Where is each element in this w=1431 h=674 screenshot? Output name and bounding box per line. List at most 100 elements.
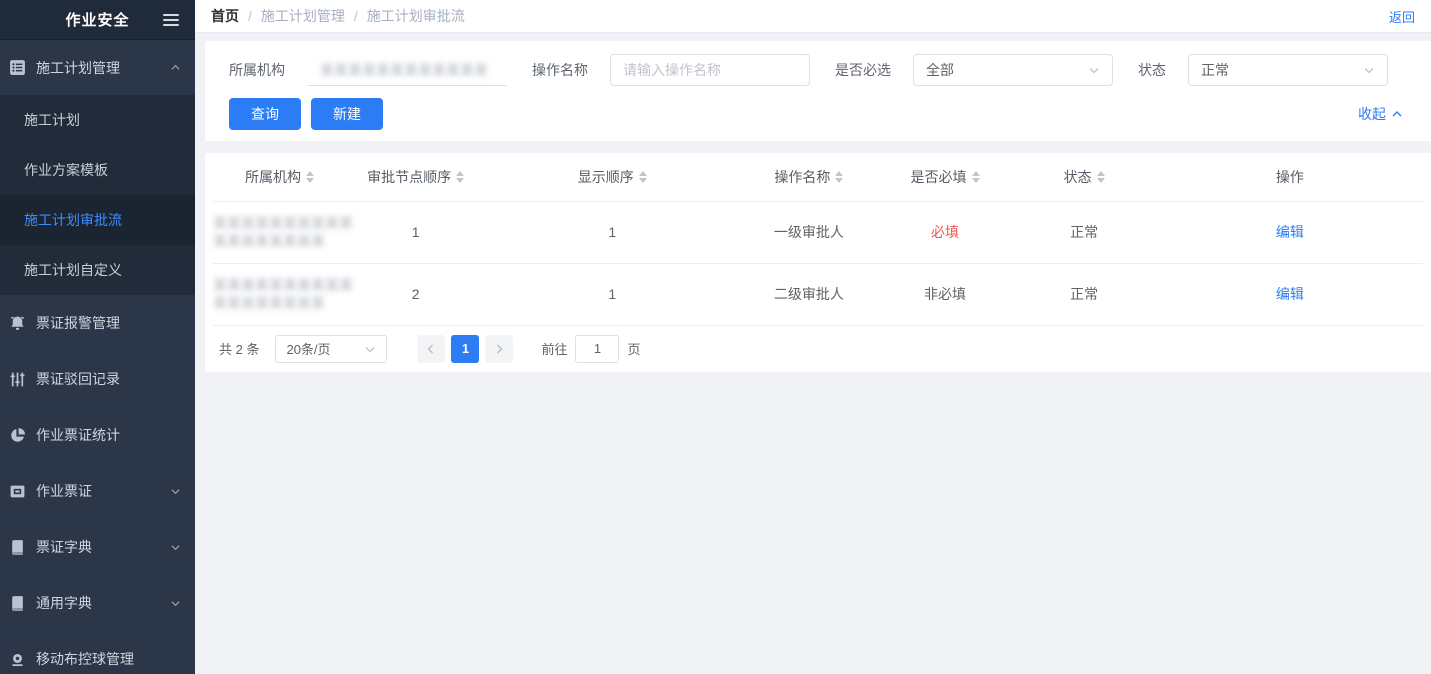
book-icon	[8, 538, 26, 556]
sidebar-item-work-scheme-template[interactable]: 作业方案模板	[0, 145, 195, 195]
submenu-label: 施工计划审批流	[24, 210, 122, 230]
content: 所属机构 某某某某某某某某某某某某 操作名称 是否必选 全部	[195, 33, 1431, 674]
filter-group-op-name: 操作名称	[532, 54, 810, 86]
sort-caret-icon[interactable]	[456, 167, 464, 187]
sidebar-item-label: 施工计划管理	[36, 58, 170, 78]
goto-page-input[interactable]	[575, 335, 619, 363]
filter-panel: 所属机构 某某某某某某某某某某某某 操作名称 是否必选 全部	[205, 41, 1431, 141]
submenu-construction-plan: 施工计划 作业方案模板 施工计划审批流 施工计划自定义	[0, 95, 195, 295]
sidebar-header: 作业安全	[0, 0, 195, 40]
breadcrumb-home[interactable]: 首页	[211, 6, 239, 26]
edit-link[interactable]: 编辑	[1276, 224, 1304, 240]
submenu-label: 作业方案模板	[24, 160, 108, 180]
sidebar-item-construction-plan[interactable]: 施工计划	[0, 95, 195, 145]
sidebar-item-label: 票证驳回记录	[36, 369, 181, 389]
col-header-op-name[interactable]: 操作名称	[739, 153, 878, 201]
sidebar-item-label: 票证字典	[36, 537, 170, 557]
back-link[interactable]: 返回	[1389, 7, 1415, 26]
sidebar-item-general-dictionary[interactable]: 通用字典	[0, 575, 195, 631]
submenu-label: 施工计划自定义	[24, 260, 122, 280]
search-button[interactable]: 查询	[229, 98, 301, 130]
sidebar-item-label: 票证报警管理	[36, 313, 181, 333]
sidebar-item-ticket-alarm-mgmt[interactable]: 票证报警管理	[0, 295, 195, 351]
edit-link[interactable]: 编辑	[1276, 286, 1304, 302]
cell-display-order: 1	[485, 201, 739, 263]
status-select-value: 正常	[1201, 60, 1229, 80]
app-title: 作业安全	[65, 9, 129, 30]
sidebar-item-plan-custom[interactable]: 施工计划自定义	[0, 245, 195, 295]
ticket-icon	[8, 482, 26, 500]
sort-caret-icon[interactable]	[972, 167, 980, 187]
col-header-status[interactable]: 状态	[1012, 153, 1157, 201]
col-header-org[interactable]: 所属机构	[213, 153, 346, 201]
filter-group-org: 所属机构 某某某某某某某某某某某某	[229, 54, 507, 86]
next-page-button[interactable]	[485, 335, 513, 363]
sidebar-item-label: 作业票证统计	[36, 425, 181, 445]
sort-caret-icon[interactable]	[639, 167, 647, 187]
table-row: 某某某某某某某某某某某某某某某某某某 1 1 一级审批人 必填 正常 编辑	[213, 201, 1423, 263]
sliders-icon	[8, 370, 26, 388]
col-header-display-order[interactable]: 显示顺序	[485, 153, 739, 201]
table-row: 某某某某某某某某某某某某某某某某某某 2 1 二级审批人 非必填 正常 编辑	[213, 263, 1423, 325]
dome-camera-icon	[8, 650, 26, 668]
chevron-down-icon	[170, 542, 181, 553]
breadcrumb-separator: /	[354, 8, 358, 24]
op-name-input[interactable]	[610, 54, 810, 86]
main-area: 首页 / 施工计划管理 / 施工计划审批流 返回 所属机构 某某某某某某某某某某…	[195, 0, 1431, 674]
status-label: 状态	[1138, 60, 1166, 80]
sidebar-menu: 施工计划管理 施工计划 作业方案模板 施工计划审批流 施工计划自定义	[0, 40, 195, 674]
chevron-down-icon	[1363, 64, 1375, 76]
hamburger-menu-icon[interactable]	[163, 14, 179, 26]
book-icon	[8, 594, 26, 612]
create-button[interactable]: 新建	[311, 98, 383, 130]
redacted-org-text: 某某某某某某某某某某某某某某某某某某	[213, 214, 353, 250]
sidebar-item-plan-approval-flow[interactable]: 施工计划审批流	[0, 195, 195, 245]
cell-actions: 编辑	[1157, 201, 1423, 263]
org-label: 所属机构	[229, 60, 285, 80]
collapse-label: 收起	[1358, 104, 1386, 124]
cell-required: 非必填	[878, 263, 1011, 325]
approval-flow-table-panel: 所属机构 审批节点顺序 显示顺序 操作名称 是否必填 状态 操作 某某某某某某某…	[205, 153, 1431, 372]
cell-required: 必填	[878, 201, 1011, 263]
chevron-down-icon	[170, 486, 181, 497]
sidebar-item-work-ticket[interactable]: 作业票证	[0, 463, 195, 519]
submenu-label: 施工计划	[24, 110, 80, 130]
cell-status: 正常	[1012, 263, 1157, 325]
col-header-required[interactable]: 是否必填	[878, 153, 1011, 201]
sidebar: 作业安全 施工计划管理 施工计划 作业方案模板	[0, 0, 195, 674]
sidebar-item-construction-plan-mgmt[interactable]: 施工计划管理	[0, 40, 195, 95]
op-name-label: 操作名称	[532, 60, 588, 80]
page-unit-label: 页	[627, 339, 640, 358]
prev-page-button[interactable]	[417, 335, 445, 363]
redacted-org-text: 某某某某某某某某某某某某	[320, 60, 488, 80]
goto-label: 前往	[541, 339, 567, 358]
col-header-node-order[interactable]: 审批节点顺序	[346, 153, 485, 201]
chevron-down-icon	[1088, 64, 1100, 76]
collapse-toggle[interactable]: 收起	[1358, 104, 1403, 124]
cell-node-order: 1	[346, 201, 485, 263]
sort-caret-icon[interactable]	[835, 167, 843, 187]
required-label: 是否必选	[835, 60, 891, 80]
status-select[interactable]: 正常	[1188, 54, 1388, 86]
cell-op-name: 二级审批人	[739, 263, 878, 325]
cell-org: 某某某某某某某某某某某某某某某某某某	[213, 201, 346, 263]
redacted-org-text: 某某某某某某某某某某某某某某某某某某	[213, 276, 353, 312]
pie-chart-icon	[8, 426, 26, 444]
page-size-select[interactable]: 20条/页	[275, 335, 387, 363]
breadcrumb: 首页 / 施工计划管理 / 施工计划审批流 返回	[195, 0, 1431, 33]
sidebar-item-label: 移动布控球管理	[36, 649, 181, 669]
filter-group-required: 是否必选 全部	[835, 54, 1113, 86]
sidebar-item-work-ticket-stats[interactable]: 作业票证统计	[0, 407, 195, 463]
breadcrumb-plan-mgmt[interactable]: 施工计划管理	[261, 6, 345, 26]
sidebar-item-ticket-dictionary[interactable]: 票证字典	[0, 519, 195, 575]
cell-op-name: 一级审批人	[739, 201, 878, 263]
sort-caret-icon[interactable]	[306, 167, 314, 187]
page-size-value: 20条/页	[286, 339, 330, 358]
sidebar-item-ticket-reject-records[interactable]: 票证驳回记录	[0, 351, 195, 407]
page-number-1[interactable]: 1	[451, 335, 479, 363]
sidebar-item-mobile-ball-camera-mgmt[interactable]: 移动布控球管理	[0, 631, 195, 674]
required-select[interactable]: 全部	[913, 54, 1113, 86]
org-input[interactable]: 某某某某某某某某某某某某	[307, 54, 507, 86]
cell-display-order: 1	[485, 263, 739, 325]
sort-caret-icon[interactable]	[1097, 167, 1105, 187]
